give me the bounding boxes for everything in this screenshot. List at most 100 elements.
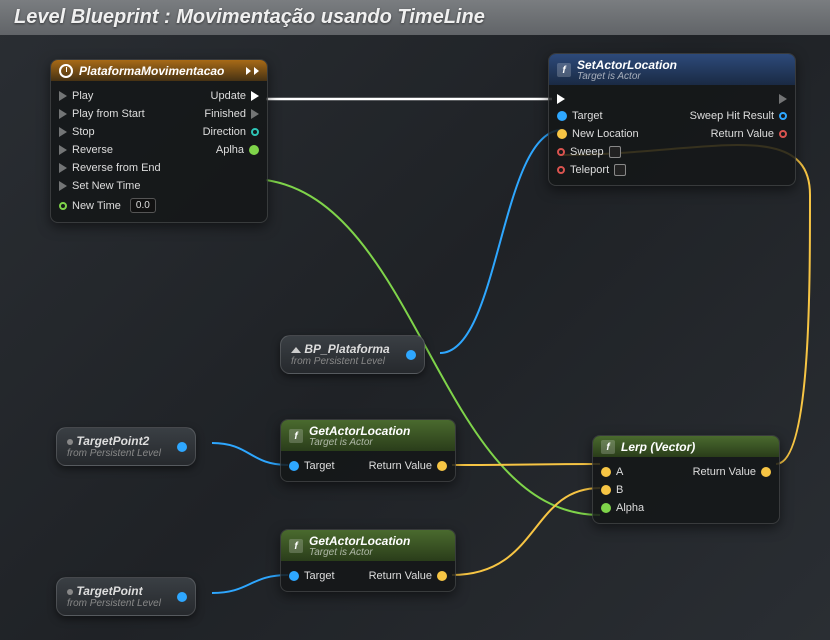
pin-reverse-end[interactable]: Reverse from End (59, 162, 161, 174)
exec-icon (251, 109, 259, 119)
pin-dot (59, 202, 67, 210)
pin-dot (557, 148, 565, 156)
set-actor-location-node[interactable]: f SetActorLocation Target is Actor Targe… (548, 53, 796, 186)
pin-target[interactable]: Target (289, 460, 335, 472)
node-header: f GetActorLocation Target is Actor (281, 530, 455, 561)
exec-icon (779, 94, 787, 104)
function-icon: f (289, 429, 303, 443)
exec-icon (59, 127, 67, 137)
exec-icon (59, 163, 67, 173)
title-text: Level Blueprint : Movimentação usando Ti… (14, 6, 485, 28)
timeline-header: PlataformaMovimentacao (51, 60, 267, 81)
pin-return[interactable]: Return Value (369, 460, 447, 472)
pin-dot (779, 112, 787, 120)
pin-sweep[interactable]: Sweep (557, 146, 621, 158)
node-title: GetActorLocation (309, 424, 447, 438)
ref-bp-plataforma[interactable]: BP_Plataforma from Persistent Level (280, 335, 425, 374)
pin-dot (437, 571, 447, 581)
pin-new-time[interactable]: New Time 0.0 (59, 198, 156, 213)
node-title: Lerp (Vector) (621, 440, 771, 454)
exec-icon (59, 145, 67, 155)
pin-dot (289, 571, 299, 581)
ref-output-pin[interactable] (177, 442, 187, 452)
exec-icon (251, 91, 259, 101)
pin-return[interactable]: Return Value (693, 466, 771, 478)
pin-update[interactable]: Update (211, 90, 259, 102)
node-header: f SetActorLocation Target is Actor (549, 54, 795, 85)
pin-target[interactable]: Target (557, 110, 603, 122)
pin-b[interactable]: B (601, 484, 623, 496)
pin-stop[interactable]: Stop (59, 126, 95, 138)
pin-dot (601, 503, 611, 513)
pin-play[interactable]: Play (59, 90, 93, 102)
pin-exec-in[interactable] (557, 94, 565, 104)
pin-play-from-start[interactable]: Play from Start (59, 108, 145, 120)
node-subtitle: Target is Actor (309, 437, 447, 448)
bullet-icon (67, 589, 73, 595)
pin-dot (289, 461, 299, 471)
pin-dot (779, 130, 787, 138)
exec-icon (557, 94, 565, 104)
pin-reverse[interactable]: Reverse (59, 144, 113, 156)
graph-canvas[interactable]: PlataformaMovimentacao Play Update Play … (0, 35, 830, 639)
timeline-play-icons[interactable] (246, 67, 259, 75)
ref-sub: from Persistent Level (67, 598, 161, 609)
lerp-node[interactable]: f Lerp (Vector) A Return Value B Alpha (592, 435, 780, 524)
pin-dot (251, 128, 259, 136)
ref-name: TargetPoint2 (76, 434, 149, 448)
timeline-title: PlataformaMovimentacao (79, 64, 240, 78)
play-icon (254, 67, 259, 75)
node-title: SetActorLocation (577, 58, 787, 72)
pin-dot (557, 111, 567, 121)
pin-dot (557, 129, 567, 139)
function-icon: f (289, 539, 303, 553)
pin-a[interactable]: A (601, 466, 623, 478)
function-icon: f (557, 63, 571, 77)
sweep-checkbox[interactable] (609, 146, 621, 158)
pin-finished[interactable]: Finished (204, 108, 259, 120)
pin-new-location[interactable]: New Location (557, 128, 639, 140)
ref-sub: from Persistent Level (291, 356, 390, 367)
node-header: f Lerp (Vector) (593, 436, 779, 457)
pin-exec-out[interactable] (779, 94, 787, 104)
clock-icon (59, 64, 73, 78)
teleport-checkbox[interactable] (614, 164, 626, 176)
bullet-icon (67, 439, 73, 445)
ref-name: BP_Plataforma (304, 342, 389, 356)
pin-return[interactable]: Return Value (369, 570, 447, 582)
node-subtitle: Target is Actor (577, 71, 787, 82)
pin-alpha[interactable]: Alpha (601, 502, 644, 514)
pin-return[interactable]: Return Value (711, 128, 787, 140)
exec-icon (59, 181, 67, 191)
node-title: GetActorLocation (309, 534, 447, 548)
ref-targetpoint[interactable]: TargetPoint from Persistent Level (56, 577, 196, 616)
ref-sub: from Persistent Level (67, 448, 161, 459)
function-icon: f (601, 440, 615, 454)
pin-alpha-out[interactable]: Aplha (216, 144, 259, 156)
home-icon (291, 347, 301, 353)
play-icon (246, 67, 251, 75)
pin-dot (249, 145, 259, 155)
new-time-value[interactable]: 0.0 (130, 198, 156, 213)
title-bar: Level Blueprint : Movimentação usando Ti… (0, 0, 830, 35)
node-subtitle: Target is Actor (309, 547, 447, 558)
pin-dot (557, 166, 565, 174)
ref-name: TargetPoint (76, 584, 142, 598)
pin-set-new-time[interactable]: Set New Time (59, 180, 140, 192)
ref-output-pin[interactable] (406, 350, 416, 360)
pin-teleport[interactable]: Teleport (557, 164, 626, 176)
pin-dot (601, 467, 611, 477)
pin-dot (437, 461, 447, 471)
exec-icon (59, 109, 67, 119)
pin-dot (761, 467, 771, 477)
ref-targetpoint2[interactable]: TargetPoint2 from Persistent Level (56, 427, 196, 466)
get-actor-location-node-2[interactable]: f GetActorLocation Target is Actor Targe… (280, 529, 456, 592)
pin-sweep-hit[interactable]: Sweep Hit Result (690, 110, 787, 122)
pin-direction[interactable]: Direction (203, 126, 259, 138)
exec-icon (59, 91, 67, 101)
get-actor-location-node-1[interactable]: f GetActorLocation Target is Actor Targe… (280, 419, 456, 482)
ref-output-pin[interactable] (177, 592, 187, 602)
pin-dot (601, 485, 611, 495)
timeline-node[interactable]: PlataformaMovimentacao Play Update Play … (50, 59, 268, 223)
pin-target[interactable]: Target (289, 570, 335, 582)
